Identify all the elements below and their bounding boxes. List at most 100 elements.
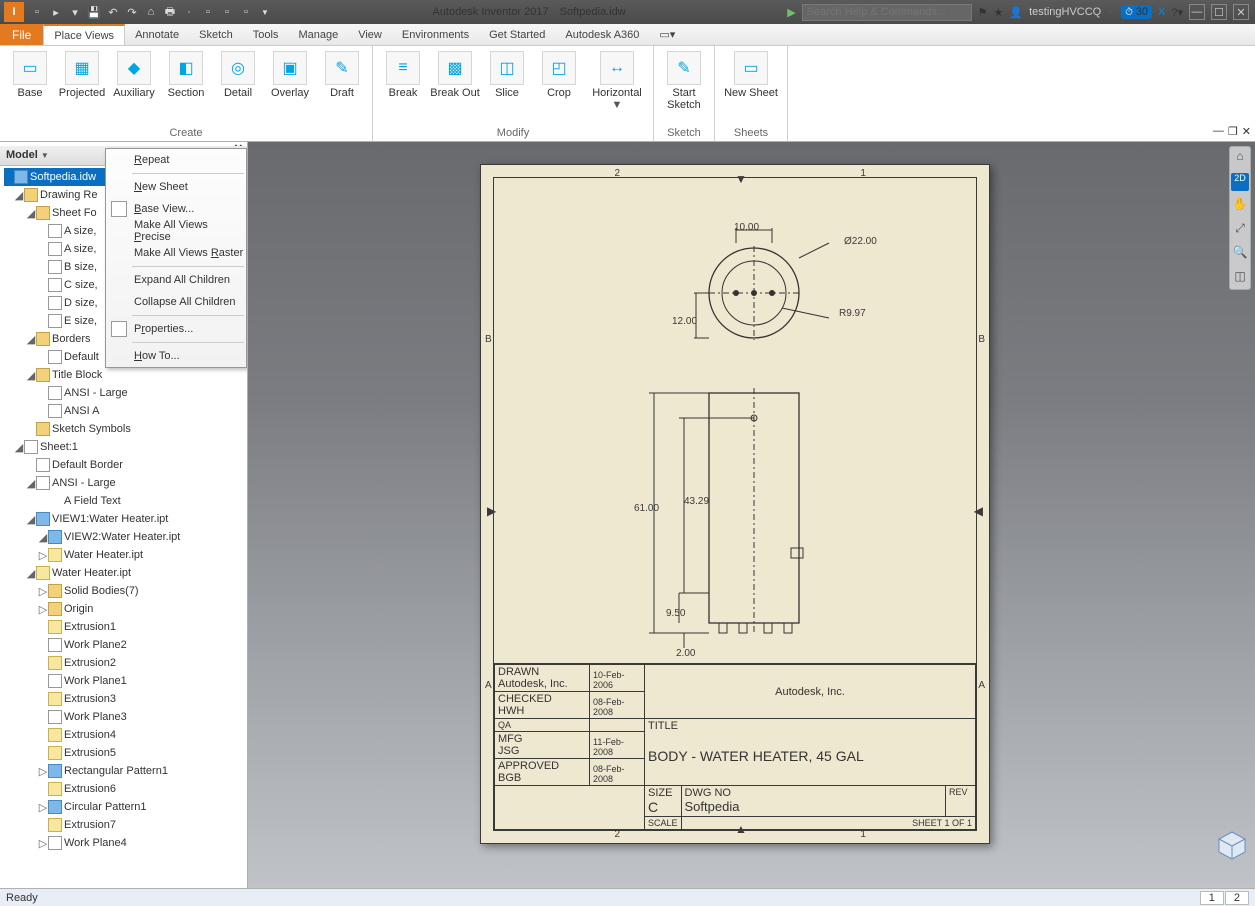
tree-node[interactable]: ◢VIEW1:Water Heater.ipt	[4, 510, 247, 528]
redo-icon[interactable]: ↷	[124, 4, 140, 20]
zoom-in-icon[interactable]: 🔍	[1231, 245, 1249, 263]
tab-a360[interactable]: Autodesk A360	[555, 24, 649, 45]
context-menu-item[interactable]: Expand All Children	[106, 269, 246, 291]
tab-extra-icon[interactable]: ▭▾	[649, 24, 685, 45]
context-menu-item[interactable]: Base View...	[106, 198, 246, 220]
tree-node[interactable]: ▷Rectangular Pattern1	[4, 762, 247, 780]
drawing-sheet[interactable]: 2 1 ▼ B A B A ◀ ▶ 2 1 ▲	[480, 164, 990, 844]
minimize-button[interactable]: —	[1189, 4, 1205, 20]
tab-place-views[interactable]: Place Views	[43, 24, 125, 45]
user-icon[interactable]: 👤	[1009, 6, 1023, 19]
user-name[interactable]: testingHVCCQ	[1029, 6, 1101, 18]
page-tab[interactable]: 1	[1200, 891, 1224, 905]
tab-tools[interactable]: Tools	[243, 24, 289, 45]
twisty-icon[interactable]: ◢	[26, 369, 36, 382]
tree-node[interactable]: ◢ANSI - Large	[4, 474, 247, 492]
undo-icon[interactable]: ↶	[105, 4, 121, 20]
twisty-icon[interactable]: ◢	[26, 477, 36, 490]
projected-button[interactable]: ▦Projected	[56, 48, 108, 99]
help-search-input[interactable]	[802, 4, 972, 21]
tree-node[interactable]: ANSI A	[4, 402, 247, 420]
zoom-corner-icon[interactable]: ⤢	[1231, 221, 1249, 239]
credits-badge[interactable]: ⏱ 30	[1121, 5, 1152, 19]
save-icon[interactable]: 💾	[86, 4, 102, 20]
mdi-minimize-icon[interactable]: —	[1213, 125, 1224, 138]
tree-node[interactable]: Extrusion6	[4, 780, 247, 798]
badge-2d-icon[interactable]: 2D	[1231, 173, 1249, 191]
mdi-restore-icon[interactable]: ❐	[1228, 125, 1238, 138]
tree-node[interactable]: Extrusion4	[4, 726, 247, 744]
context-menu-item[interactable]: Collapse All Children	[106, 291, 246, 313]
tree-node[interactable]: ◢VIEW2:Water Heater.ipt	[4, 528, 247, 546]
twisty-icon[interactable]: ▷	[38, 603, 48, 616]
tab-environments[interactable]: Environments	[392, 24, 479, 45]
twisty-icon[interactable]: ◢	[14, 441, 24, 454]
tab-get-started[interactable]: Get Started	[479, 24, 555, 45]
app-icon[interactable]: I	[4, 2, 24, 22]
page-tab[interactable]: 2	[1225, 891, 1249, 905]
context-menu-item[interactable]: Properties...	[106, 318, 246, 340]
qat-extra2-icon[interactable]: ▫	[219, 4, 235, 20]
break-out-button[interactable]: ▩Break Out	[429, 48, 481, 111]
tree-node[interactable]: ▷Origin	[4, 600, 247, 618]
context-menu-item[interactable]: Repeat	[106, 149, 246, 171]
twisty-icon[interactable]: ▷	[38, 837, 48, 850]
file-tab[interactable]: File	[0, 24, 43, 45]
twisty-icon[interactable]: ◢	[26, 567, 36, 580]
tree-node[interactable]: Work Plane2	[4, 636, 247, 654]
twisty-icon[interactable]: ◢	[14, 189, 24, 202]
twisty-icon[interactable]: ▷	[38, 585, 48, 598]
tree-node[interactable]: Default Border	[4, 456, 247, 474]
tree-node[interactable]: Extrusion1	[4, 618, 247, 636]
tree-node[interactable]: Extrusion5	[4, 744, 247, 762]
tab-view[interactable]: View	[348, 24, 392, 45]
mdi-close-icon[interactable]: ✕	[1242, 125, 1251, 138]
horizontal-button[interactable]: ↔Horizontal▼	[585, 48, 649, 111]
pan-icon[interactable]: ✋	[1231, 197, 1249, 215]
signin-flag-icon[interactable]: ⚑	[978, 6, 988, 19]
chevron-down-icon[interactable]: ▼	[41, 151, 49, 160]
context-menu-item[interactable]: How To...	[106, 345, 246, 367]
section-button[interactable]: ◧Section	[160, 48, 212, 99]
zoom-window-icon[interactable]: ◫	[1231, 269, 1249, 287]
home-view-icon[interactable]: ⌂	[1231, 149, 1249, 167]
tree-node[interactable]: Extrusion2	[4, 654, 247, 672]
twisty-icon[interactable]: ▷	[38, 549, 48, 562]
help-icon[interactable]: ?▾	[1171, 6, 1183, 19]
tab-sketch[interactable]: Sketch	[189, 24, 243, 45]
tree-node[interactable]: ◢Water Heater.ipt	[4, 564, 247, 582]
tree-node[interactable]: ▷Work Plane4	[4, 834, 247, 852]
auxiliary-button[interactable]: ◆Auxiliary	[108, 48, 160, 99]
tree-node[interactable]: ▷Solid Bodies(7)	[4, 582, 247, 600]
overlay-button[interactable]: ▣Overlay	[264, 48, 316, 99]
open-dropdown-icon[interactable]: ▾	[67, 4, 83, 20]
home-icon[interactable]: ⌂	[143, 4, 159, 20]
twisty-icon[interactable]: ▷	[38, 801, 48, 814]
tree-node[interactable]: ▷Water Heater.ipt	[4, 546, 247, 564]
star-icon[interactable]: ★	[994, 6, 1004, 19]
tree-node[interactable]: Work Plane3	[4, 708, 247, 726]
context-menu[interactable]: RepeatNew SheetBase View...Make All View…	[105, 148, 247, 368]
chevron-down-icon[interactable]: ▼	[257, 4, 273, 20]
new-sheet-button[interactable]: ▭New Sheet	[719, 48, 783, 99]
new-icon[interactable]: ▫	[29, 4, 45, 20]
maximize-button[interactable]: ☐	[1211, 4, 1227, 20]
tree-node[interactable]: ◢Title Block	[4, 366, 247, 384]
tab-manage[interactable]: Manage	[288, 24, 348, 45]
tree-node[interactable]: Extrusion3	[4, 690, 247, 708]
twisty-icon[interactable]: ◢	[38, 531, 48, 544]
tree-node[interactable]: Extrusion7	[4, 816, 247, 834]
tree-node[interactable]: ◢Sheet:1	[4, 438, 247, 456]
draft-button[interactable]: ✎Draft	[316, 48, 368, 99]
qat-extra3-icon[interactable]: ▫	[238, 4, 254, 20]
tree-node[interactable]: ▷Circular Pattern1	[4, 798, 247, 816]
tree-node[interactable]: A Field Text	[4, 492, 247, 510]
crop-button[interactable]: ◰Crop	[533, 48, 585, 111]
tree-node[interactable]: Sketch Symbols	[4, 420, 247, 438]
tab-annotate[interactable]: Annotate	[125, 24, 189, 45]
twisty-icon[interactable]: ◢	[26, 513, 36, 526]
drawing-canvas[interactable]: — ❐ ✕ 2 1 ▼ B A B A ◀ ▶ 2 1 ▲	[248, 142, 1255, 888]
base-button[interactable]: ▭Base	[4, 48, 56, 99]
detail-button[interactable]: ◎Detail	[212, 48, 264, 99]
start-sketch-button[interactable]: ✎Start Sketch	[658, 48, 710, 111]
